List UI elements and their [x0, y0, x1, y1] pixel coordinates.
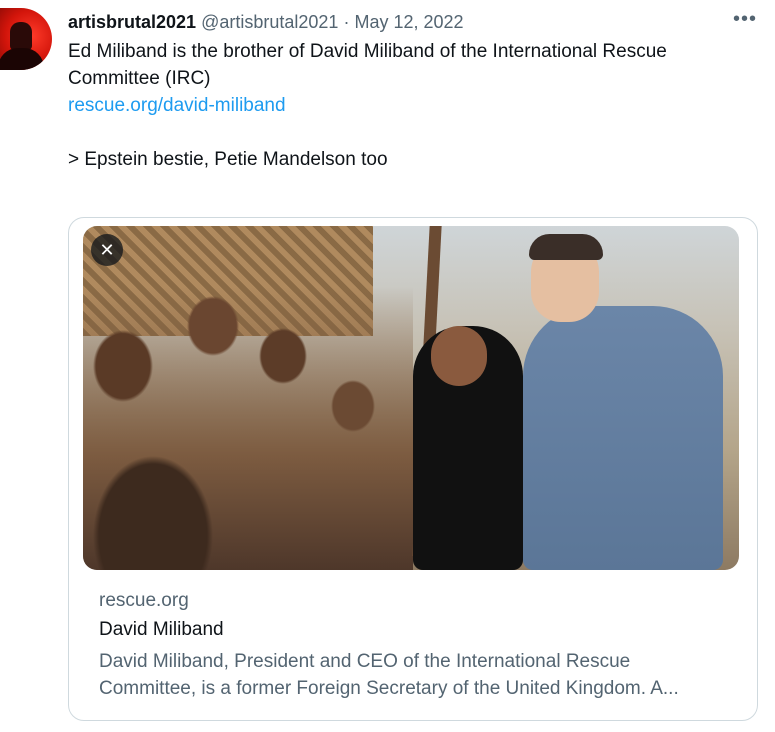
link-preview-card[interactable]: ✕ rescue.org David Miliband David Miliba… [68, 217, 758, 721]
more-options-icon[interactable]: ••• [733, 8, 757, 31]
avatar[interactable] [0, 8, 52, 70]
card-description: David Miliband, President and CEO of the… [99, 651, 679, 699]
avatar-shoulders [0, 48, 44, 70]
tweet-header: artisbrutal2021 @artisbrutal2021 · May 1… [68, 10, 759, 34]
card-title: David Miliband [99, 619, 224, 640]
tweet-link[interactable]: rescue.org/david-miliband [68, 95, 286, 116]
woman-face [431, 326, 487, 386]
avatar-face [10, 22, 32, 50]
tweet-body: Ed Miliband is the brother of David Mili… [68, 38, 758, 173]
tweet-date[interactable]: May 12, 2022 [354, 12, 463, 32]
tweet-text-line2: > Epstein bestie, Petie Mandelson too [68, 149, 388, 170]
tweet-text-line1: Ed Miliband is the brother of David Mili… [68, 41, 667, 89]
man-figure [523, 306, 723, 570]
close-icon[interactable]: ✕ [91, 234, 123, 266]
card-image[interactable]: ✕ [83, 226, 739, 570]
separator-dot: · [343, 12, 350, 32]
display-name[interactable]: artisbrutal2021 [68, 12, 196, 32]
user-handle[interactable]: @artisbrutal2021 [201, 12, 338, 32]
man-hair [529, 234, 603, 260]
crowd-children [83, 286, 413, 570]
card-domain: rescue.org [99, 590, 189, 611]
